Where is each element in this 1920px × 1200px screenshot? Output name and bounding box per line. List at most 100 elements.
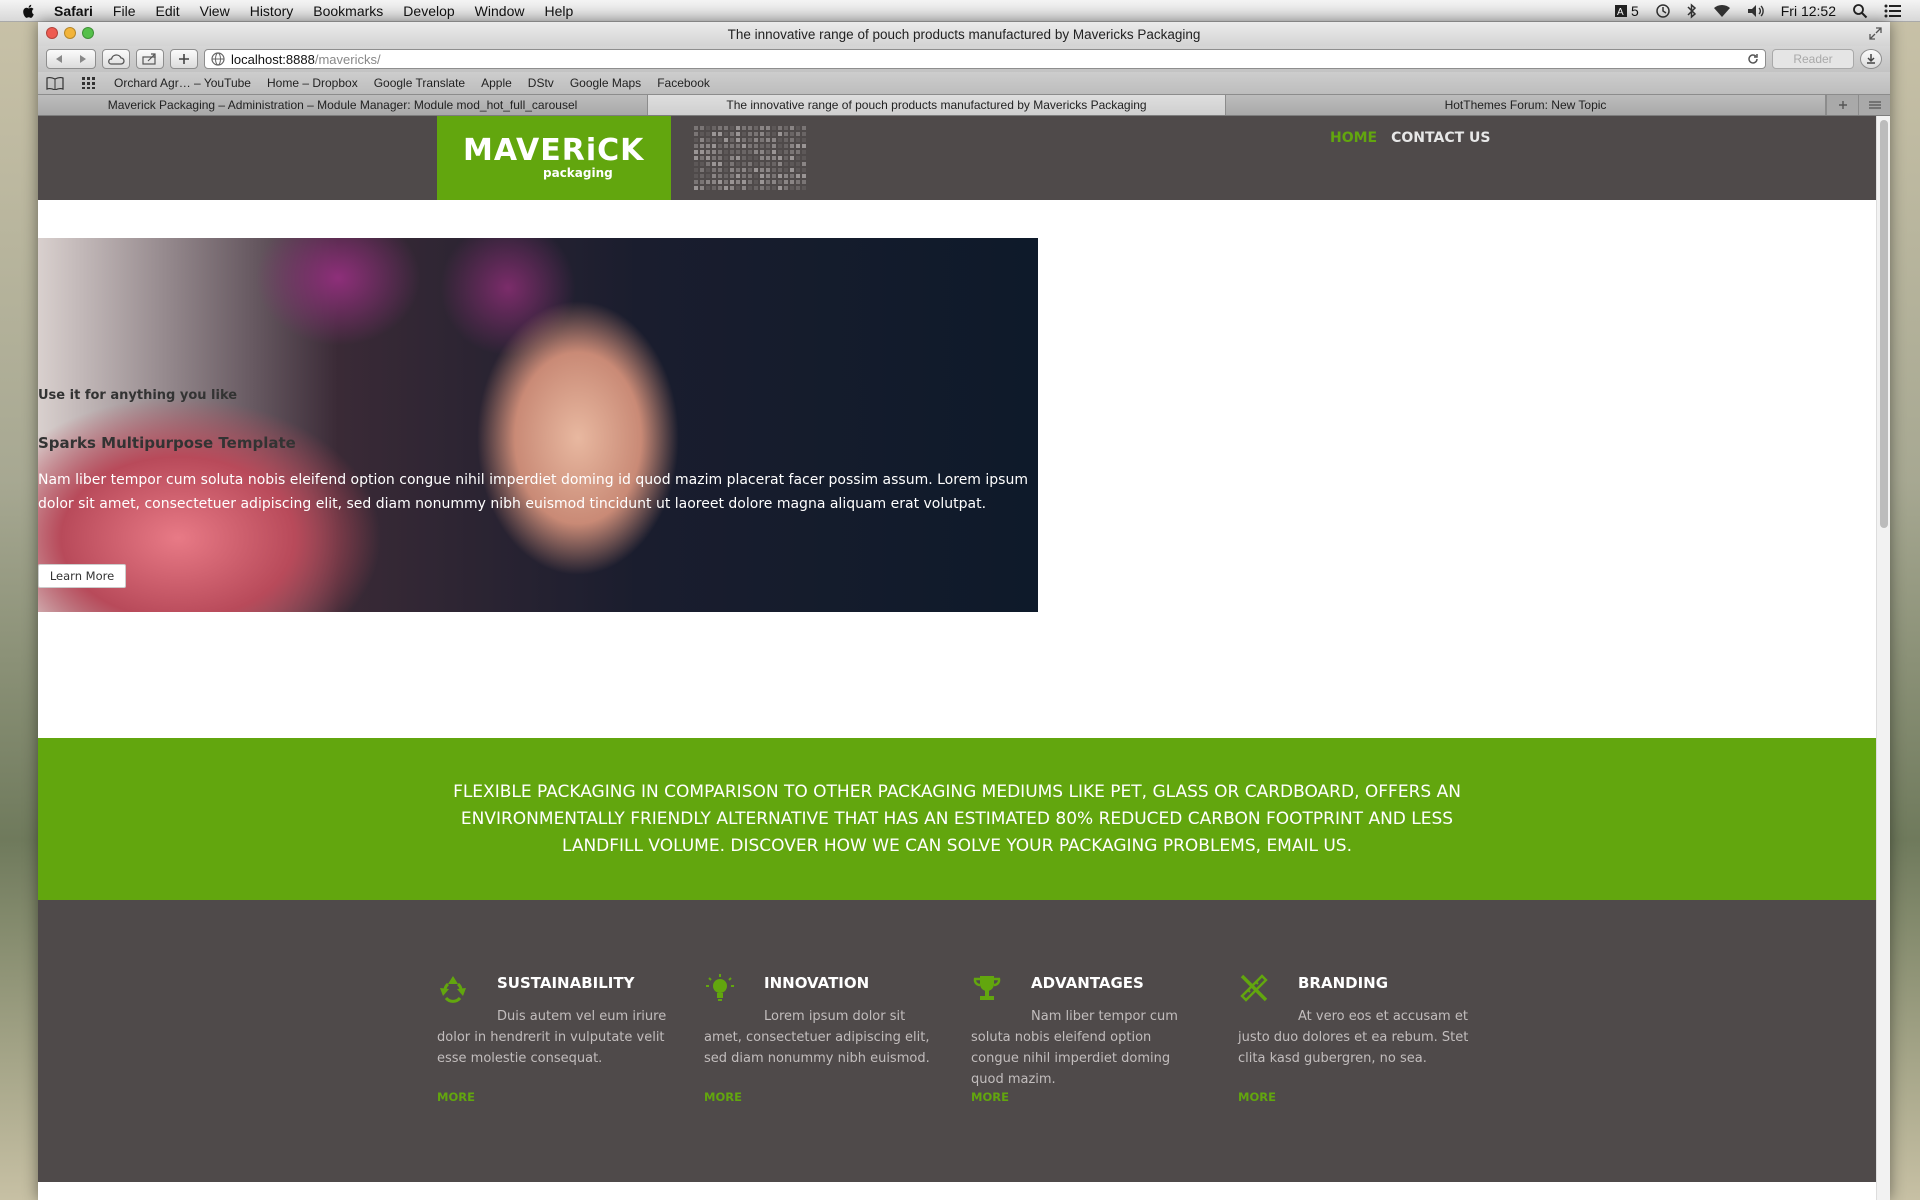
main-navigation: HOME CONTACT US xyxy=(1330,130,1490,146)
pixel-square xyxy=(742,168,746,172)
features-section: SUSTAINABILITY Duis autem vel eum iriure… xyxy=(38,900,1876,1182)
pixel-square xyxy=(748,168,752,172)
top-sites-icon[interactable] xyxy=(80,76,98,90)
browser-toolbar: localhost:8888/mavericks/ Reader xyxy=(38,46,1890,72)
pixel-square xyxy=(724,138,728,142)
bookmark-google-translate[interactable]: Google Translate xyxy=(374,76,465,90)
menu-clock[interactable]: Fri 12:52 xyxy=(1781,3,1836,19)
bookmark-dropbox[interactable]: Home – Dropbox xyxy=(267,76,358,90)
feature-title: INNOVATION xyxy=(764,974,870,992)
feature-more-link[interactable]: MORE xyxy=(704,1090,742,1104)
pixel-square xyxy=(718,132,722,136)
site-logo[interactable]: MAVERiCK packaging xyxy=(437,116,671,200)
pixel-square xyxy=(700,162,704,166)
pixel-square xyxy=(754,180,758,184)
pixel-square xyxy=(766,174,770,178)
feature-text: Duis autem vel eum iriure dolor in hendr… xyxy=(437,1009,667,1066)
pixel-square xyxy=(718,144,722,148)
menu-bookmarks[interactable]: Bookmarks xyxy=(313,3,383,19)
recycle-icon xyxy=(440,976,466,1003)
menu-app-safari[interactable]: Safari xyxy=(54,3,93,19)
fullscreen-icon[interactable] xyxy=(1869,27,1882,40)
nav-contact-link[interactable]: CONTACT US xyxy=(1391,130,1490,146)
pixel-square xyxy=(790,168,794,172)
pixel-square xyxy=(802,144,806,148)
pixel-square xyxy=(724,168,728,172)
pixel-square xyxy=(736,180,740,184)
add-tab-button[interactable] xyxy=(1826,95,1858,115)
address-bar[interactable]: localhost:8888/mavericks/ xyxy=(204,49,1766,69)
page-scrollbar[interactable] xyxy=(1876,116,1890,1200)
pixel-square xyxy=(700,180,704,184)
tab-label: HotThemes Forum: New Topic xyxy=(1444,98,1607,112)
forward-arrow-icon[interactable] xyxy=(78,54,88,64)
tab-overview-button[interactable] xyxy=(1858,95,1890,115)
feature-text: Nam liber tempor cum soluta nobis eleife… xyxy=(971,1009,1178,1087)
reading-list-icon[interactable] xyxy=(46,76,64,90)
pixel-square xyxy=(742,174,746,178)
window-title: The innovative range of pouch products m… xyxy=(727,26,1201,42)
apple-icon[interactable] xyxy=(20,3,38,19)
pixel-square xyxy=(700,138,704,142)
pixel-square xyxy=(718,126,722,130)
adobe-count: 5 xyxy=(1630,2,1639,19)
menu-develop[interactable]: Develop xyxy=(403,3,454,19)
feature-more-link[interactable]: MORE xyxy=(437,1090,475,1104)
pixel-square xyxy=(742,156,746,160)
back-arrow-icon[interactable] xyxy=(54,54,64,64)
feature-title: BRANDING xyxy=(1298,974,1389,992)
pixel-square xyxy=(784,150,788,154)
pixel-square xyxy=(712,126,716,130)
cloud-icon xyxy=(108,54,125,65)
icloud-tabs-button[interactable] xyxy=(102,49,130,69)
notification-center-icon[interactable] xyxy=(1884,4,1902,18)
menu-help[interactable]: Help xyxy=(544,3,573,19)
wifi-icon[interactable] xyxy=(1713,4,1731,18)
time-machine-icon[interactable] xyxy=(1655,3,1671,19)
feature-more-link[interactable]: MORE xyxy=(1238,1090,1276,1104)
menu-edit[interactable]: Edit xyxy=(155,3,179,19)
nav-home-link[interactable]: HOME xyxy=(1330,130,1377,146)
tab-admin-module-manager[interactable]: Maverick Packaging – Administration – Mo… xyxy=(38,95,648,115)
bluetooth-icon[interactable] xyxy=(1687,2,1697,19)
pixel-square xyxy=(754,126,758,130)
menu-window[interactable]: Window xyxy=(475,3,525,19)
scrollbar-thumb[interactable] xyxy=(1880,120,1888,528)
close-window-button[interactable] xyxy=(46,27,58,39)
share-button[interactable] xyxy=(136,49,164,69)
menu-history[interactable]: History xyxy=(250,3,294,19)
pixel-square xyxy=(778,162,782,166)
spotlight-icon[interactable] xyxy=(1852,3,1868,19)
bookmark-facebook[interactable]: Facebook xyxy=(657,76,710,90)
bookmark-orchard-youtube[interactable]: Orchard Agr… – YouTube xyxy=(114,76,251,90)
bookmark-apple[interactable]: Apple xyxy=(481,76,512,90)
new-tab-button[interactable] xyxy=(170,49,198,69)
adobe-badge[interactable]: A 5 xyxy=(1614,3,1639,19)
pixel-square xyxy=(694,144,698,148)
reload-icon[interactable] xyxy=(1747,53,1759,65)
learn-more-button[interactable]: Learn More xyxy=(38,564,126,588)
window-titlebar[interactable]: The innovative range of pouch products m… xyxy=(38,22,1890,46)
pixel-square xyxy=(796,180,800,184)
pixel-square xyxy=(772,174,776,178)
tab-hotthemes-forum[interactable]: HotThemes Forum: New Topic xyxy=(1226,95,1826,115)
minimize-window-button[interactable] xyxy=(64,27,76,39)
menu-view[interactable]: View xyxy=(200,3,230,19)
zoom-window-button[interactable] xyxy=(82,27,94,39)
bookmark-dstv[interactable]: DStv xyxy=(528,76,554,90)
feature-more-link[interactable]: MORE xyxy=(971,1090,1009,1104)
bookmark-google-maps[interactable]: Google Maps xyxy=(570,76,641,90)
pixel-square xyxy=(760,174,764,178)
downloads-button[interactable] xyxy=(1860,49,1882,69)
menu-file[interactable]: File xyxy=(113,3,136,19)
reader-button[interactable]: Reader xyxy=(1772,49,1854,69)
pixel-square xyxy=(718,180,722,184)
pixel-square xyxy=(748,156,752,160)
volume-icon[interactable] xyxy=(1747,4,1765,18)
plus-icon xyxy=(179,54,189,64)
tab-mavericks-packaging[interactable]: The innovative range of pouch products m… xyxy=(648,95,1226,115)
pixel-square xyxy=(712,174,716,178)
pixel-square xyxy=(742,150,746,154)
pixel-square xyxy=(802,180,806,184)
pixel-square xyxy=(760,132,764,136)
